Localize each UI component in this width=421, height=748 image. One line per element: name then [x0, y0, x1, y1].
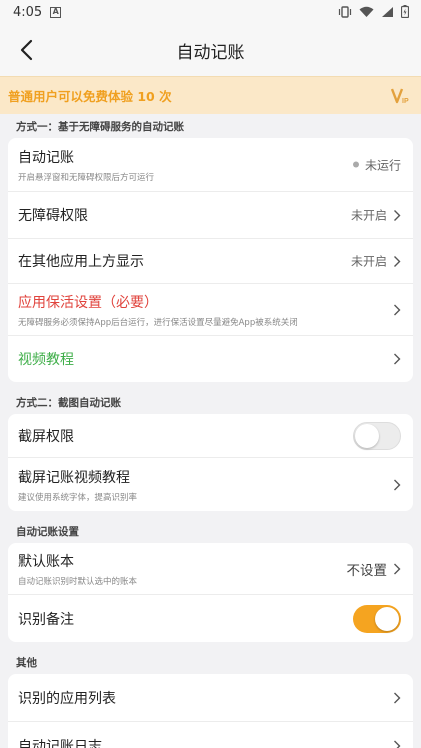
row-title: 无障碍权限: [18, 208, 88, 224]
row-title: 视频教程: [18, 352, 74, 368]
row-keepalive-settings[interactable]: 应用保活设置（必要） 无障碍服务必须保持App后台运行，进行保活设置尽量避免Ap…: [8, 284, 413, 336]
status-time: 4:05: [13, 4, 43, 20]
section-label-accessibility: 方式一：基于无障碍服务的自动记账: [16, 120, 184, 133]
section-label-settings: 自动记账设置: [16, 525, 79, 538]
row-right: [393, 479, 401, 491]
section-label-screenshot: 方式二：截图自动记账: [16, 396, 121, 409]
trial-banner: 普通用户可以免费体验 10 次 IP: [0, 76, 421, 114]
chevron-right-icon: [394, 304, 401, 315]
recognize-note-toggle[interactable]: [353, 604, 401, 633]
row-screenshot-tutorial[interactable]: 截屏记账视频教程 建议使用系统字体，提高识别率: [8, 458, 413, 511]
row-title: 截屏权限: [18, 428, 74, 445]
chevron-right-icon: [394, 353, 401, 365]
row-title: 识别的应用列表: [18, 690, 116, 707]
row-title: 截屏记账视频教程: [18, 469, 130, 486]
row-screenshot-permission: 截屏权限: [8, 414, 413, 458]
vip-icon[interactable]: IP: [391, 86, 413, 106]
vibrate-icon: [338, 5, 352, 18]
row-title: 默认账本: [18, 553, 74, 570]
card-settings: 默认账本 自动记账识别时默认选中的账本 不设置 识别备注: [8, 543, 413, 642]
chevron-right-icon: [394, 692, 401, 703]
row-subtitle: 开启悬浮窗和无障碍权限后方可运行: [18, 172, 155, 183]
running-status-text: 未运行: [364, 158, 401, 172]
chevron-right-icon: [394, 479, 401, 490]
status-bar: 4:05 A: [0, 0, 421, 24]
row-right: 未开启: [351, 207, 401, 224]
chevron-right-icon: [394, 563, 401, 574]
row-recognize-note: 识别备注: [8, 595, 413, 642]
back-arrow-icon[interactable]: [18, 38, 38, 62]
toggle-knob: [375, 606, 399, 631]
card-accessibility: 自动记账 开启悬浮窗和无障碍权限后方可运行 未运行 无障碍权限 未开启 在其他应…: [8, 138, 413, 382]
row-subtitle: 建议使用系统字体，提高识别率: [18, 492, 138, 503]
row-right: 不设置: [347, 559, 402, 579]
row-right: [393, 740, 401, 748]
chevron-right-icon: [394, 255, 401, 267]
row-right: [353, 604, 401, 633]
row-auto-bookkeeping[interactable]: 自动记账 开启悬浮窗和无障碍权限后方可运行 未运行: [8, 138, 413, 192]
row-right: 未开启: [351, 253, 401, 270]
toggle-knob: [355, 423, 379, 448]
row-title: 识别备注: [18, 611, 74, 628]
status-dot-icon: [352, 161, 359, 168]
card-other: 识别的应用列表 自动记账日志: [8, 674, 413, 748]
notification-a-icon: A: [50, 6, 62, 18]
status-icons: [338, 5, 409, 18]
row-right: [393, 692, 401, 704]
row-subtitle: 无障碍服务必须保持App后台运行，进行保活设置尽量避免App被系统关闭: [18, 317, 298, 328]
trial-banner-text: 普通用户可以免费体验 10 次: [8, 89, 172, 104]
running-status: 未运行: [352, 156, 401, 173]
page-title: 自动记账: [176, 42, 245, 63]
row-log[interactable]: 自动记账日志: [8, 722, 413, 748]
row-title: 自动记账日志: [18, 739, 102, 748]
row-right: [393, 304, 401, 316]
section-label-other: 其他: [16, 656, 37, 669]
row-title: 在其他应用上方显示: [18, 254, 144, 270]
row-title: 应用保活设置（必要）: [18, 294, 158, 311]
row-video-tutorial[interactable]: 视频教程: [8, 336, 413, 382]
permission-status: 未开启: [350, 208, 387, 223]
row-overlay-permission[interactable]: 在其他应用上方显示 未开启: [8, 239, 413, 284]
battery-icon: [401, 5, 409, 18]
chevron-right-icon: [394, 740, 401, 748]
card-screenshot: 截屏权限 截屏记账视频教程 建议使用系统字体，提高识别率: [8, 414, 413, 511]
row-right: [393, 353, 401, 365]
overlay-status: 未开启: [350, 254, 387, 269]
svg-text:IP: IP: [402, 98, 409, 105]
row-right: [353, 421, 401, 450]
row-default-book[interactable]: 默认账本 自动记账识别时默认选中的账本 不设置: [8, 543, 413, 595]
row-accessibility-permission[interactable]: 无障碍权限 未开启: [8, 192, 413, 239]
app-header: 自动记账: [0, 24, 421, 76]
screenshot-permission-toggle[interactable]: [353, 421, 401, 450]
row-subtitle: 自动记账识别时默认选中的账本: [18, 576, 138, 587]
default-book-value: 不设置: [346, 562, 388, 579]
signal-icon: [382, 6, 393, 17]
chevron-right-icon: [394, 209, 401, 221]
row-title: 自动记账: [18, 149, 74, 166]
row-app-list[interactable]: 识别的应用列表: [8, 674, 413, 722]
wifi-icon: [359, 6, 374, 17]
